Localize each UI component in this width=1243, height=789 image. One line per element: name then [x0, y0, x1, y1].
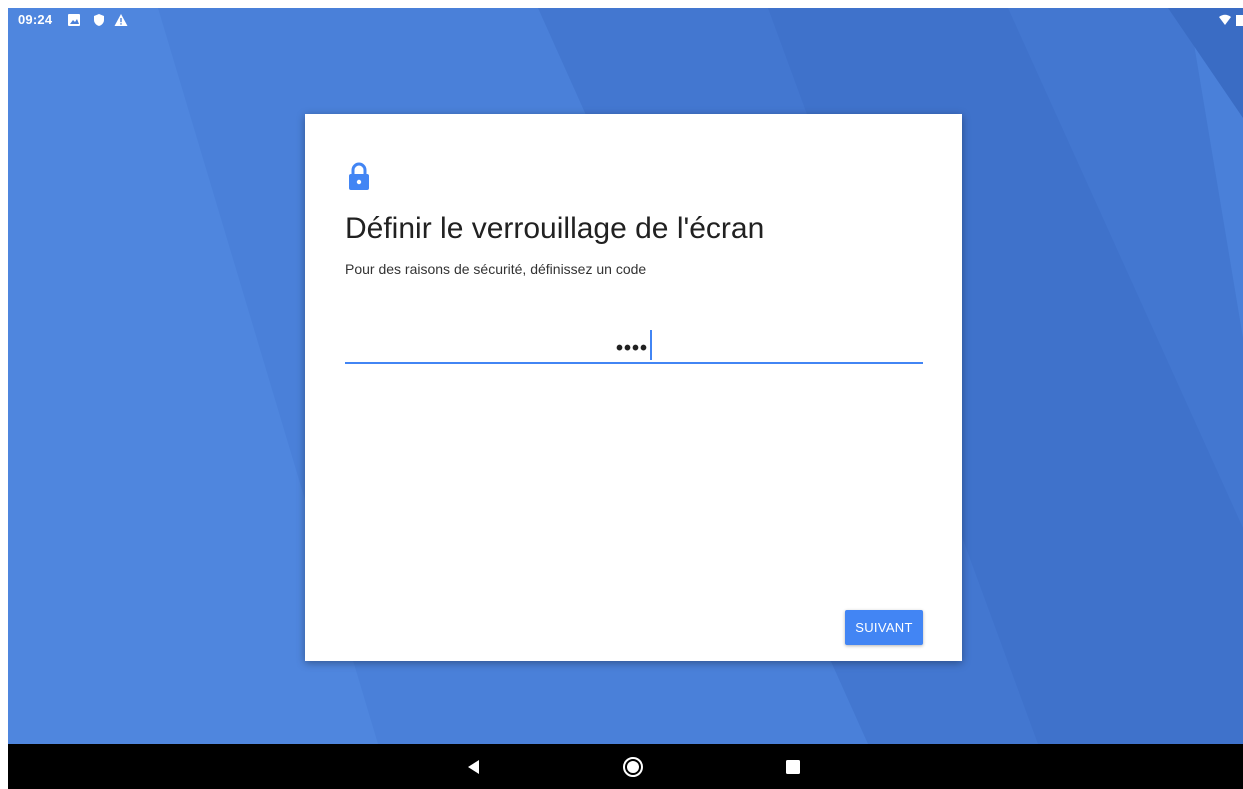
pin-input[interactable]: ••••	[345, 324, 923, 364]
status-bar: 09:24	[8, 8, 1243, 34]
wifi-battery-icons	[1219, 14, 1243, 26]
device-frame: 09:24 Définir le verrouillage de l'écran…	[0, 0, 1243, 789]
shield-icon	[94, 14, 104, 26]
recents-icon[interactable]	[782, 756, 804, 778]
lock-icon	[349, 162, 369, 190]
screen: 09:24 Définir le verrouillage de l'écran…	[8, 8, 1243, 744]
wifi-icon	[1219, 14, 1231, 25]
image-icon	[68, 14, 80, 26]
navigation-bar	[8, 744, 1243, 789]
page-title: Définir le verrouillage de l'écran	[345, 212, 765, 245]
page-subtitle: Pour des raisons de sécurité, définissez…	[345, 261, 647, 277]
warning-icon	[114, 14, 128, 26]
next-button[interactable]: SUIVANT	[845, 610, 923, 645]
status-clock: 09:24	[18, 12, 53, 27]
battery-icon	[1236, 15, 1243, 26]
pin-input-value: ••••	[615, 337, 648, 360]
set-screen-lock-dialog: Définir le verrouillage de l'écran Pour …	[305, 114, 962, 661]
text-caret	[650, 330, 652, 360]
home-icon[interactable]	[622, 756, 644, 778]
back-icon[interactable]	[463, 756, 485, 778]
